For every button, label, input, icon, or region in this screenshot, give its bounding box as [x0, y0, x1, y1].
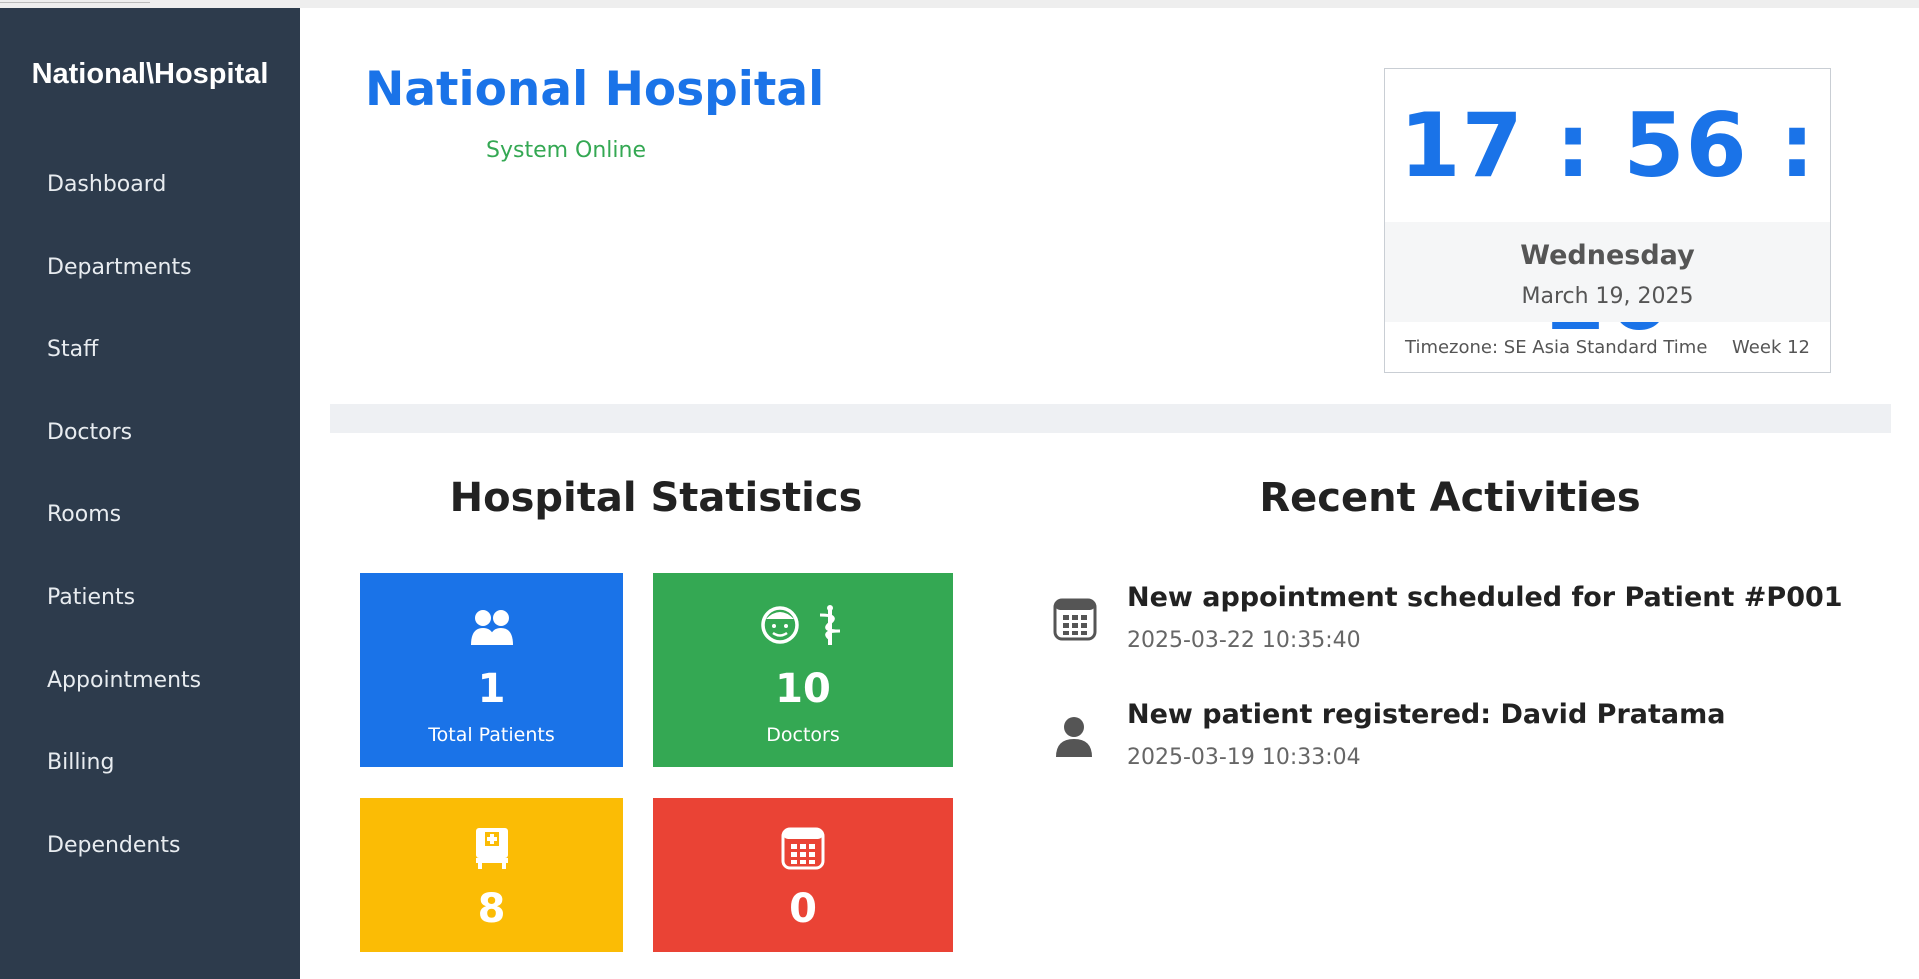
sidebar-brand: National\Hospital — [31, 58, 269, 90]
stat-value: 0 — [789, 886, 817, 932]
sidebar-item-billing[interactable]: Billing — [0, 728, 300, 798]
sidebar-item-departments[interactable]: Departments — [0, 233, 300, 303]
system-status: System Online — [486, 138, 646, 163]
clock-widget: 17 : 56 : 26 Wednesday March 19, 2025 Ti… — [1384, 68, 1831, 373]
clock-week: Week 12 — [1732, 337, 1810, 358]
clock-day: Wednesday — [1520, 240, 1695, 271]
calendar-icon — [1053, 597, 1097, 645]
sidebar-item-dependents[interactable]: Dependents — [0, 811, 300, 881]
calendar-icon — [653, 826, 953, 874]
sidebar-item-doctors[interactable]: Doctors — [0, 398, 300, 468]
clock-timezone: Timezone: SE Asia Standard Time — [1405, 337, 1708, 358]
stat-card-doctors[interactable]: 10 Doctors — [653, 573, 953, 767]
clock-time: 17 : 56 : 26 — [1399, 94, 1816, 350]
users-icon — [360, 607, 623, 651]
page-title: National Hospital — [365, 62, 825, 117]
stats-title: Hospital Statistics — [449, 475, 863, 521]
activity-time: 2025-03-19 10:33:04 — [1127, 745, 1361, 770]
window-top-strip — [0, 0, 1919, 8]
stat-value: 10 — [775, 666, 831, 712]
clock-date-panel: Wednesday March 19, 2025 — [1385, 222, 1830, 322]
activity-time: 2025-03-22 10:35:40 — [1127, 628, 1361, 653]
stat-label: Total Patients — [428, 724, 555, 746]
sidebar: National\Hospital Dashboard Departments … — [0, 8, 300, 979]
person-icon — [1053, 715, 1095, 761]
top-strip-mark — [0, 0, 150, 3]
stat-card-appointments[interactable]: 0 — [653, 798, 953, 952]
sidebar-item-appointments[interactable]: Appointments — [0, 646, 300, 716]
stat-card-beds[interactable]: 8 — [360, 798, 623, 952]
activities-title: Recent Activities — [1259, 475, 1641, 521]
sidebar-item-staff[interactable]: Staff — [0, 315, 300, 385]
sidebar-item-dashboard[interactable]: Dashboard — [0, 150, 300, 220]
bed-icon — [360, 826, 623, 874]
activity-title: New appointment scheduled for Patient #P… — [1127, 582, 1843, 613]
stat-card-patients[interactable]: 1 Total Patients — [360, 573, 623, 767]
section-divider — [330, 404, 1891, 433]
clock-date: March 19, 2025 — [1521, 284, 1694, 309]
stat-value: 8 — [477, 886, 506, 932]
stat-value: 1 — [477, 666, 506, 712]
sidebar-item-rooms[interactable]: Rooms — [0, 480, 300, 550]
sidebar-item-patients[interactable]: Patients — [0, 563, 300, 633]
activity-title: New patient registered: David Pratama — [1127, 699, 1726, 730]
doctor-icon — [653, 603, 953, 651]
stat-label: Doctors — [766, 724, 840, 746]
